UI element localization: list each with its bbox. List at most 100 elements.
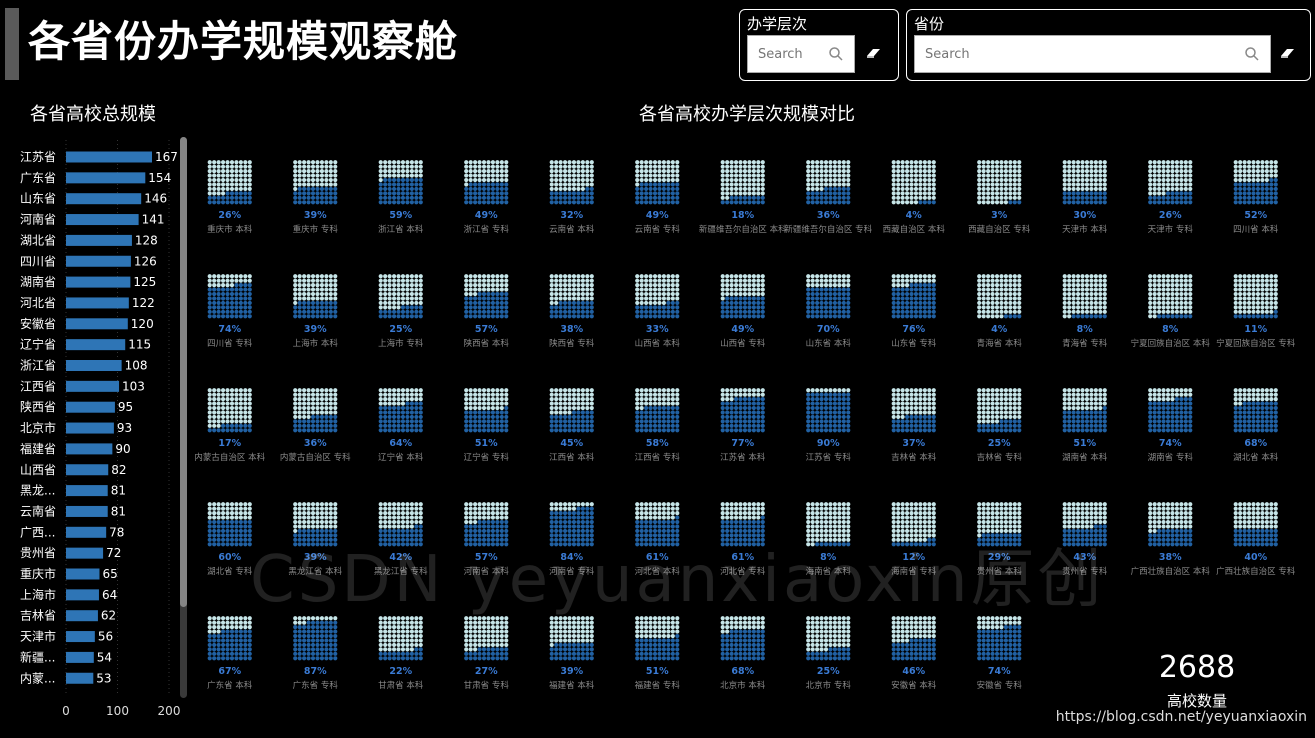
waffle-dot-filled [580, 191, 585, 196]
waffle-dot-empty [810, 278, 815, 283]
waffle-dot-empty [387, 287, 392, 292]
waffle-dot-empty [486, 502, 491, 507]
waffle-dot-empty [549, 182, 554, 187]
waffle-dot-empty [1161, 186, 1166, 191]
waffle-dot-filled [810, 305, 815, 310]
waffle-dot-empty [387, 506, 392, 511]
waffle-dot-filled [729, 296, 734, 301]
waffle-dot-empty [1102, 291, 1107, 297]
waffle-dot-filled [738, 300, 743, 305]
eraser-icon[interactable] [865, 46, 883, 60]
waffle-dot-empty [247, 278, 252, 283]
waffle-dot-empty [495, 177, 500, 183]
waffle-dot-empty [293, 300, 298, 305]
waffle-chart [806, 388, 851, 433]
waffle-dot-empty [666, 164, 671, 169]
waffle-dot-empty [549, 274, 554, 279]
waffle-dot-filled [383, 177, 388, 183]
waffle-dot-empty [648, 173, 653, 178]
waffle-dot-filled [1161, 314, 1166, 319]
waffle-dot-filled [589, 414, 594, 419]
waffle-dot-empty [378, 300, 383, 305]
waffle-dot-empty [747, 191, 752, 196]
waffle-dot-empty [490, 287, 495, 292]
waffle-dot-empty [481, 388, 487, 393]
waffle-dot-filled [661, 410, 666, 415]
waffle-dot-empty [1157, 169, 1162, 174]
waffle-dot-empty [815, 274, 820, 279]
waffle-dot-empty [464, 173, 469, 178]
waffle-dot-empty [734, 191, 739, 196]
waffle-dot-filled [666, 182, 671, 187]
waffle-dot-empty [1152, 291, 1157, 297]
waffle-dot-empty [468, 164, 473, 169]
waffle-dot-empty [922, 164, 927, 169]
waffle-category-label: 上海市 本科 [293, 338, 339, 349]
waffle-dot-filled [905, 428, 910, 433]
waffle-dot-empty [738, 160, 743, 165]
waffle-dot-empty [1148, 300, 1153, 305]
bar-chart-scrollbar[interactable] [180, 137, 187, 698]
waffle-dot-empty [977, 397, 982, 402]
waffle-dot-empty [918, 191, 923, 196]
waffle-dot-empty [720, 173, 725, 178]
waffle-dot-empty [585, 169, 590, 174]
waffle-dot-empty [558, 173, 563, 178]
waffle-dot-empty [1251, 283, 1256, 288]
waffle-dot-filled [247, 314, 252, 319]
waffle-dot-filled [567, 195, 572, 200]
waffle-dot-empty [1089, 296, 1094, 301]
waffle-dot-filled [499, 414, 504, 419]
waffle-dot-filled [504, 309, 509, 314]
waffle-dot-filled [1242, 410, 1247, 415]
filter-province-search-box[interactable] [914, 35, 1271, 73]
search-icon[interactable] [828, 46, 844, 62]
waffle-dot-empty [999, 164, 1004, 169]
filter-province-search-input[interactable] [915, 36, 1234, 72]
waffle-dot-empty [589, 296, 594, 301]
waffle-dot-filled [490, 414, 495, 419]
waffle-dot-filled [918, 296, 923, 301]
waffle-dot-empty [931, 519, 936, 525]
waffle-dot-empty [990, 300, 995, 305]
waffle-dot-empty [225, 283, 230, 288]
waffle-dot-empty [1008, 283, 1013, 288]
waffle-dot-empty [1269, 164, 1274, 169]
waffle-dot-empty [756, 274, 761, 279]
waffle-chart [720, 388, 765, 433]
bar-chart-scroll-thumb[interactable] [180, 137, 187, 607]
waffle-dot-filled [477, 291, 482, 297]
waffle-dot-empty [1084, 278, 1090, 283]
waffle-dot-empty [387, 388, 392, 393]
waffle-dot-filled [1251, 428, 1256, 433]
waffle-dot-filled [670, 314, 675, 319]
filter-level-search-box[interactable] [747, 35, 855, 73]
waffle-dot-empty [1170, 177, 1175, 183]
waffle-dot-filled [293, 423, 298, 428]
waffle-dot-filled [734, 410, 739, 415]
eraser-icon[interactable] [1279, 46, 1297, 60]
waffle-dot-filled [823, 397, 829, 402]
waffle-dot-filled [576, 200, 581, 205]
waffle-dot-empty [221, 388, 226, 393]
waffle-dot-empty [1017, 177, 1022, 183]
waffle-dot-empty [405, 164, 410, 169]
waffle-dot-filled [891, 291, 896, 297]
waffle-dot-filled [400, 195, 406, 200]
search-icon[interactable] [1244, 46, 1260, 62]
waffle-dot-empty [734, 291, 739, 297]
waffle-dot-empty [293, 287, 298, 292]
waffle-dot-filled [815, 195, 820, 200]
waffle-dot-empty [486, 177, 491, 183]
waffle-dot-empty [1071, 287, 1076, 292]
waffle-dot-empty [905, 177, 910, 183]
waffle-dot-filled [1273, 182, 1278, 187]
waffle-dot-empty [1242, 177, 1247, 183]
waffle-dot-empty [1174, 182, 1179, 187]
waffle-dot-filled [392, 423, 397, 428]
waffle-dot-filled [734, 300, 739, 305]
waffle-dot-empty [742, 164, 748, 169]
waffle-dot-empty [806, 511, 811, 516]
filter-level-search-input[interactable] [748, 36, 818, 72]
waffle-dot-empty [473, 287, 478, 292]
